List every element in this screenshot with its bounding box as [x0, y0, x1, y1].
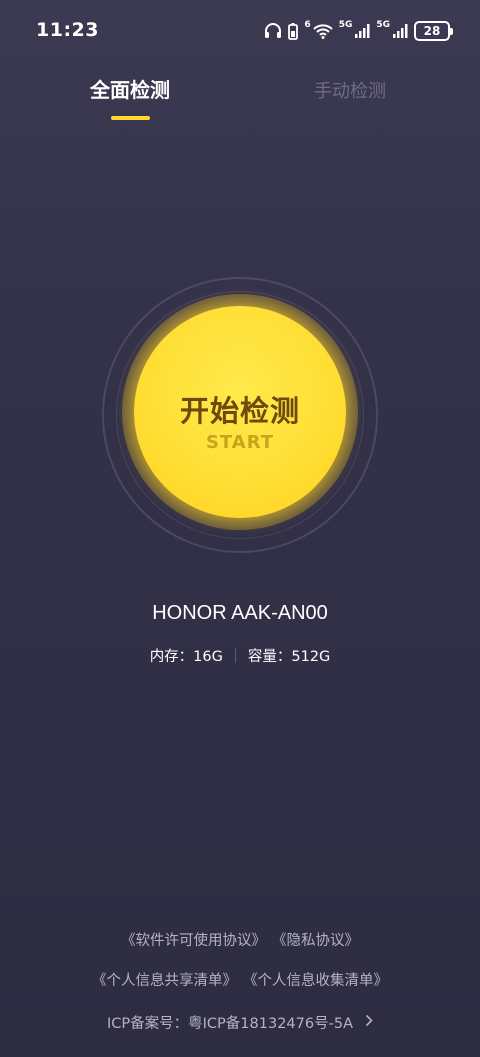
start-button-label: 开始检测 [179, 394, 300, 428]
memory-spec: 内存：16G [149, 648, 223, 665]
start-check-button[interactable]: 开始检测 START [134, 306, 346, 518]
battery-saver-icon [288, 22, 299, 40]
start-button-sublabel: START [205, 432, 275, 453]
clock: 11:23 [36, 19, 99, 41]
agreement-links: 《软件许可使用协议》 《隐私协议》 [0, 929, 480, 950]
device-specs: 内存：16G 容量：512G [0, 645, 480, 665]
active-tab-indicator [111, 116, 150, 120]
tab-full-check[interactable]: 全面检测 [80, 74, 180, 104]
info-share-link[interactable]: 《个人信息共享清单》 [92, 969, 237, 990]
chevron-right-icon [365, 1014, 373, 1031]
info-collect-link[interactable]: 《个人信息收集清单》 [243, 969, 388, 990]
headphones-icon [264, 22, 282, 40]
software-license-link[interactable]: 《软件许可使用协议》 [121, 929, 266, 950]
tab-manual-check[interactable]: 手动检测 [300, 77, 400, 107]
info-list-links: 《个人信息共享清单》 《个人信息收集清单》 [0, 969, 480, 990]
signal-icon [392, 23, 408, 39]
network-label: 5G [338, 20, 353, 30]
battery-icon: 28 [414, 21, 453, 41]
status-bar: 11:23 6 5G 5G 28 [0, 0, 480, 60]
privacy-link[interactable]: 《隐私协议》 [272, 929, 359, 950]
device-model: HONOR AAK-AN00 [152, 602, 328, 624]
divider [234, 647, 236, 663]
network-label: 6 [304, 20, 311, 30]
icp-text: ICP备案号：粤ICP备18132476号-5A [107, 1016, 353, 1032]
storage-spec: 容量：512G [247, 648, 331, 665]
wifi-icon [312, 23, 333, 39]
status-icons: 6 5G 5G 28 [264, 20, 453, 42]
signal-icon [354, 23, 370, 39]
icp-link[interactable]: ICP备案号：粤ICP备18132476号-5A [0, 1012, 480, 1033]
network-label: 5G [376, 20, 390, 30]
